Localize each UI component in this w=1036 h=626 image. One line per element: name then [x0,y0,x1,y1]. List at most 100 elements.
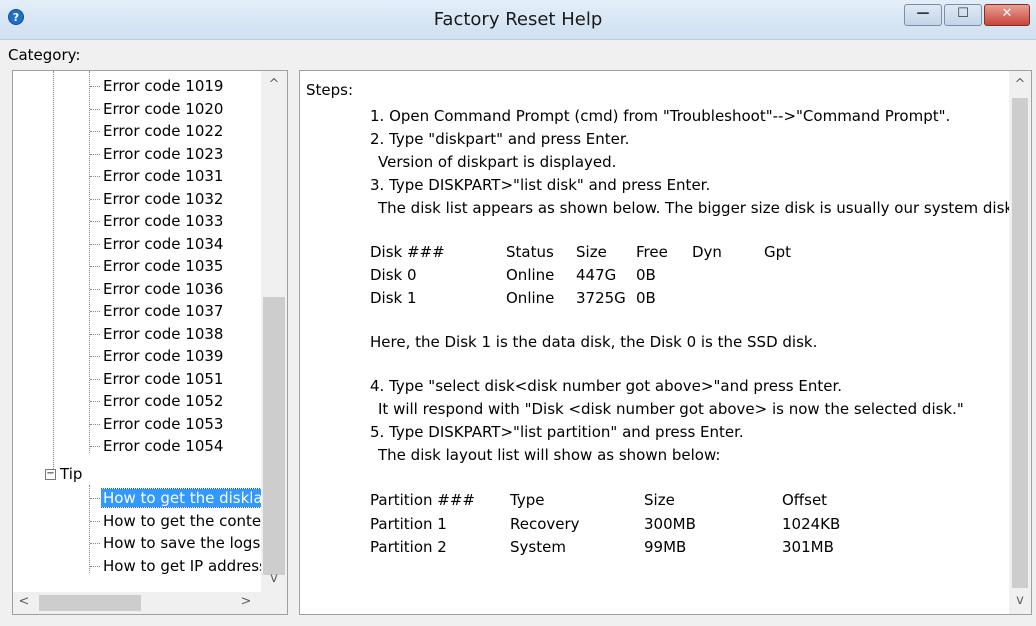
tree-item-error-code[interactable]: Error code 1053 [101,413,223,435]
step-line: 4. Type "select disk<disk number got abo… [370,377,843,395]
tree-item-error-code[interactable]: Error code 1019 [101,75,223,97]
window-title: Factory Reset Help [433,9,603,30]
tree-vertical-scrollbar[interactable]: ^ v [261,71,287,592]
tree-horizontal-scrollbar[interactable]: < > [13,592,261,614]
table-header: Size [644,491,675,509]
scroll-right-icon[interactable]: > [239,594,253,609]
category-tree[interactable]: − Tip Error code 1019 Error code 1020 Error… [12,70,288,615]
tree-item-label: How to save the logs? [103,534,261,552]
tree-item-label: Error code 1033 [103,212,224,230]
close-icon: ✕ [1001,6,1013,21]
tree-item-tip[interactable]: How to get IP address [101,555,261,577]
table-cell: 301MB [782,538,834,556]
tree-list: − Tip Error code 1019 Error code 1020 Error… [13,71,261,591]
table-cell: 0B [636,266,656,284]
scroll-down-icon[interactable]: v [1009,593,1031,608]
tree-item-error-code[interactable]: Error code 1037 [101,300,223,322]
table-header: Offset [782,491,828,509]
tree-connector [90,86,100,87]
tree-item-label: Error code 1035 [103,257,224,275]
maximize-button[interactable]: ☐ [944,4,982,26]
category-label: Category: [8,46,81,64]
scroll-up-icon[interactable]: ^ [1009,77,1031,92]
tree-item-error-code[interactable]: Error code 1036 [101,278,223,300]
scrollbar-corner [261,592,287,614]
tree-connector [90,176,100,177]
tree-item-error-code[interactable]: Error code 1052 [101,390,223,412]
minimize-button[interactable]: — [904,4,942,26]
table-cell: Recovery [510,515,580,533]
help-content[interactable]: Steps: 1. Open Command Prompt (cmd) from… [299,70,1032,615]
table-header: Free [636,243,668,261]
table-cell: 300MB [644,515,696,533]
tree-node-tip[interactable]: − Tip [45,463,82,485]
table-cell: 99MB [644,538,687,556]
scroll-down-icon[interactable]: v [261,571,287,586]
tree-item-error-code[interactable]: Error code 1051 [101,368,223,390]
scroll-left-icon[interactable]: < [17,594,31,609]
tree-item-label: Error code 1032 [103,189,224,208]
table-header: Dyn [692,243,722,261]
tree-item-tip[interactable]: How to get the conte [101,510,261,532]
table-cell: Disk 1 [370,289,417,307]
tree-item-error-code[interactable]: Error code 1031 [101,165,223,187]
tree-connector [90,333,100,335]
tree-item-error-code[interactable]: Error code 1054 [101,435,223,457]
tree-item-tip[interactable]: How to save the logs? [101,532,261,554]
step-line: The disk layout list will show as shown … [378,446,721,464]
tree-item-error-code[interactable]: Error code 1039 [101,345,223,367]
step-line: 2. Type "diskpart" and press Enter. [370,130,630,148]
tree-connector [90,153,100,155]
tree-item-error-code[interactable]: Error code 1038 [101,323,223,345]
tree-item-tip[interactable]: How to get the diskla [101,487,261,509]
tree-item-error-code[interactable]: Error code 1022 [101,120,223,142]
close-button[interactable]: ✕ [984,4,1030,26]
content-vertical-scrollbar[interactable]: ^ v [1009,71,1031,614]
scroll-thumb[interactable] [263,297,285,575]
tree-item-label: Error code 1036 [103,279,224,298]
tree-item-label: Error code 1020 [103,99,224,118]
step-line: Version of diskpart is displayed. [378,153,617,171]
tree-item-label: Error code 1034 [103,234,224,253]
window-controls: — ☐ ✕ [904,4,1030,26]
table-header: Size [576,243,607,261]
tree-connector [90,356,100,357]
collapse-icon[interactable]: − [45,469,56,480]
step-line: The disk list appears as shown below. Th… [378,199,1018,217]
title-bar[interactable]: ? Factory Reset Help — ☐ ✕ [0,0,1036,40]
tree-connector [90,498,100,499]
tree-item-label: Error code 1053 [103,414,224,433]
table-header: Type [510,491,545,509]
table-cell: 0B [636,289,656,307]
tree-item-label: Error code 1022 [103,122,224,140]
tree-connector [90,266,100,267]
tree-connector [90,288,100,290]
note-line: Here, the Disk 1 is the data disk, the D… [370,333,818,351]
tree-connector [90,565,100,567]
scroll-thumb[interactable] [39,595,141,611]
scroll-up-icon[interactable]: ^ [261,77,287,92]
tree-connector [53,71,54,473]
tree-connector [90,423,100,425]
table-cell: 447G [576,266,617,284]
tree-connector [90,401,100,402]
tree-item-error-code[interactable]: Error code 1032 [101,188,223,210]
table-cell: Partition 1 [370,515,447,533]
tree-item-label: Error code 1054 [103,437,224,455]
table-cell: Online [506,289,555,307]
tree-item-error-code[interactable]: Error code 1034 [101,233,223,255]
tree-item-error-code[interactable]: Error code 1033 [101,210,223,232]
tree-connector [90,311,100,312]
tree-connector [90,378,100,380]
maximize-icon: ☐ [957,6,969,21]
scroll-thumb[interactable] [1012,98,1028,588]
tree-item-label: How to get the conte [103,511,261,530]
steps-label: Steps: [306,81,354,99]
tree-item-error-code[interactable]: Error code 1023 [101,143,223,165]
tree-item-label: Error code 1052 [103,392,224,410]
tree-item-label: Error code 1019 [103,77,224,95]
tree-item-error-code[interactable]: Error code 1035 [101,255,223,277]
tree-connector [90,543,100,544]
tree-connector [90,520,100,522]
tree-item-error-code[interactable]: Error code 1020 [101,98,223,120]
